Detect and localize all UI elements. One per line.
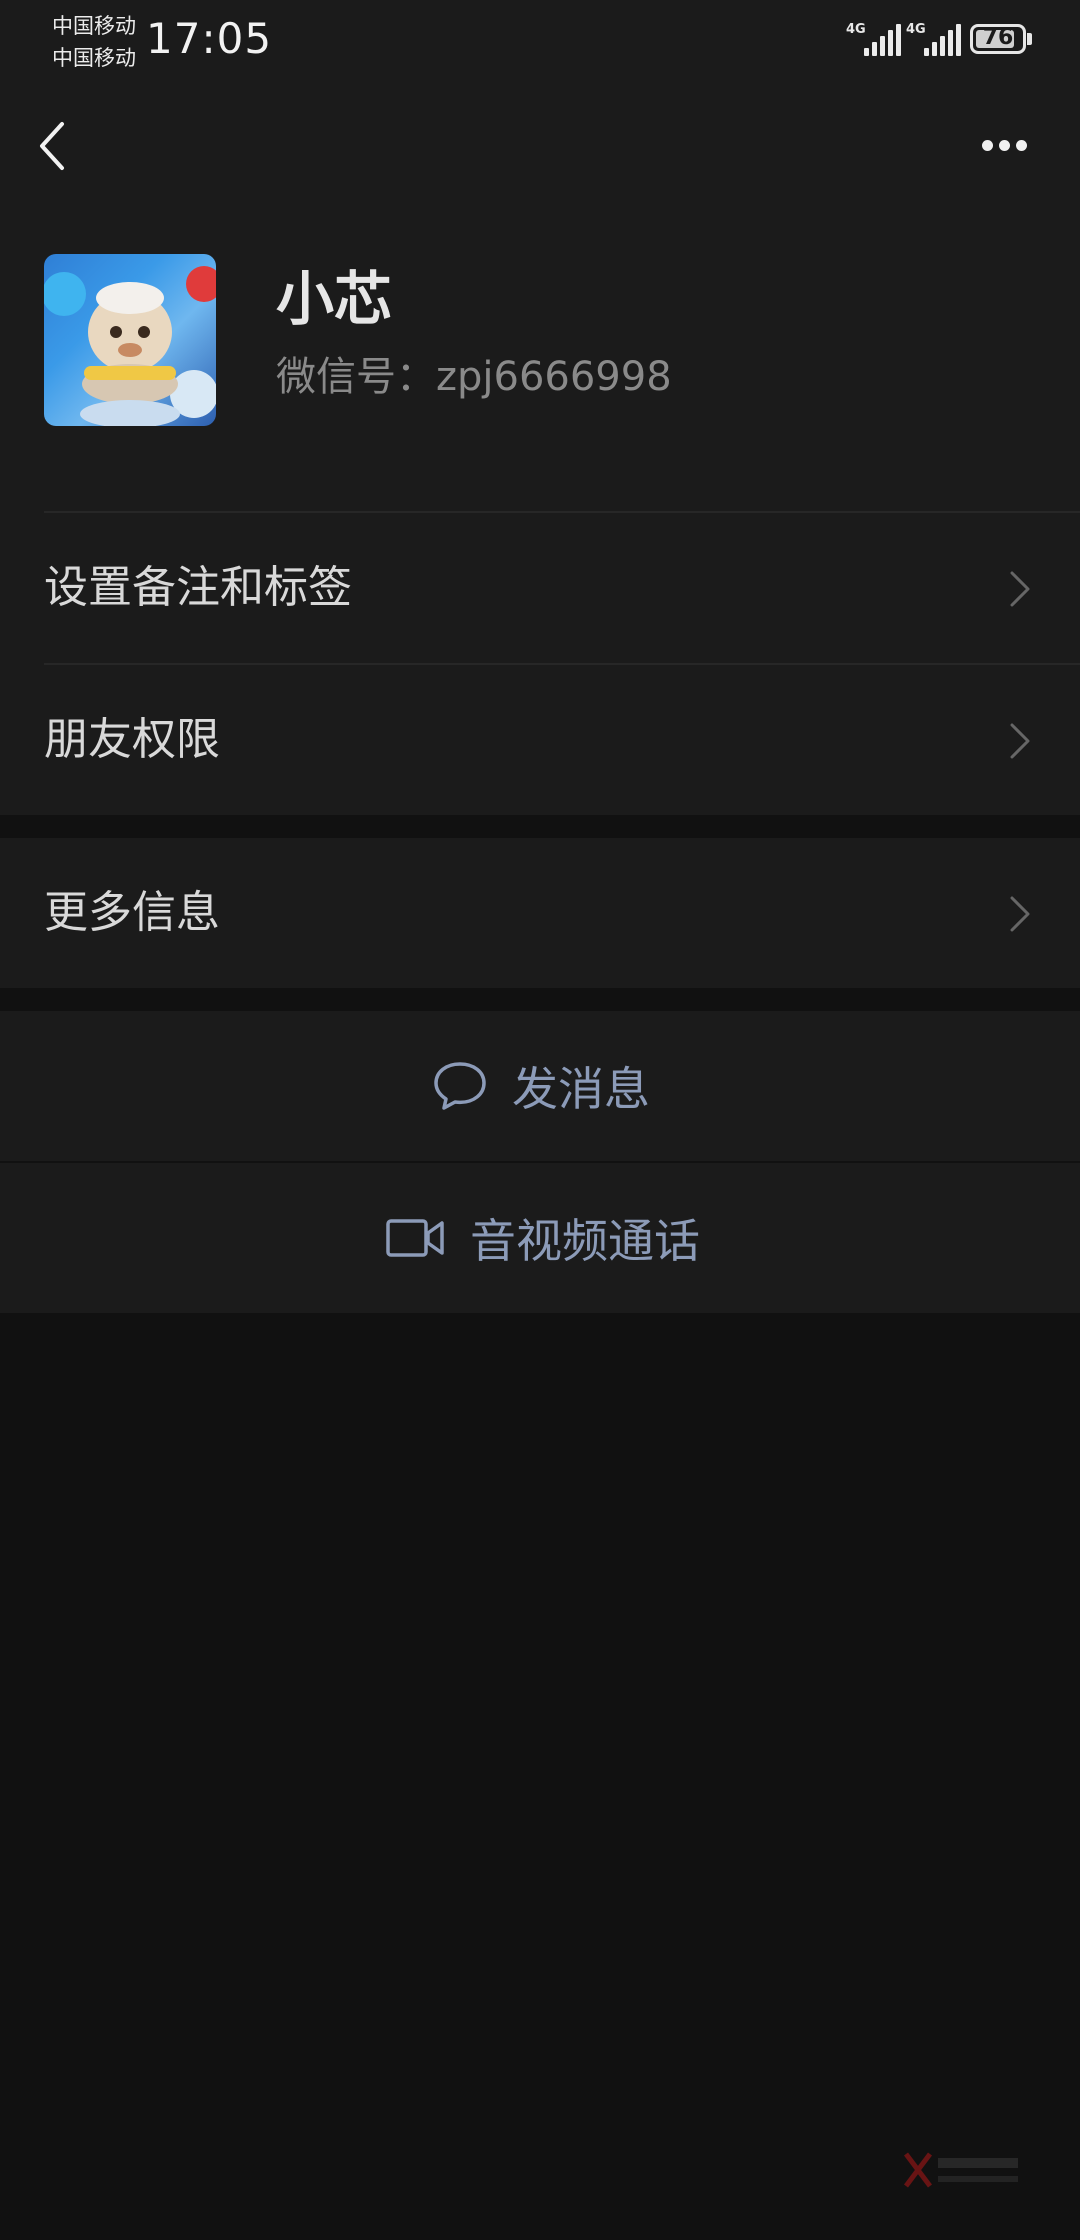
battery-level: 76 [982,25,1014,50]
carrier-1: 中国移动 [52,14,136,38]
menu-item-label: 设置备注和标签 [44,562,352,613]
section-gap [0,988,1080,1011]
chevron-right-icon [1010,896,1030,932]
clock: 17:05 [146,14,273,63]
video-camera-icon [386,1219,444,1257]
menu-item-remarks-tags[interactable]: 设置备注和标签 [0,513,1080,663]
send-message-button[interactable]: 发消息 [0,1011,1080,1161]
network-type-1: 4G [846,22,866,37]
send-message-label: 发消息 [512,1062,650,1116]
chat-bubble-icon [434,1062,486,1110]
carrier-2: 中国移动 [52,46,136,70]
battery-icon: 76 [970,24,1032,54]
carrier-labels: 中国移动 中国移动 [52,10,144,74]
menu-item-label: 朋友权限 [44,714,220,765]
voice-video-call-label: 音视频通话 [470,1214,700,1268]
section-gap [0,815,1080,838]
more-button[interactable] [978,128,1032,162]
avatar[interactable] [44,254,216,426]
menu-item-more-info[interactable]: 更多信息 [0,838,1080,988]
wechat-id: 微信号：zpj6666998 [276,354,672,400]
network-type-2: 4G [906,22,926,37]
chevron-right-icon [1010,723,1030,759]
watermark-logo [904,2150,1024,2194]
back-button[interactable] [36,118,76,174]
chevron-right-icon [1010,571,1030,607]
avatar-image [44,266,216,426]
voice-video-call-button[interactable]: 音视频通话 [0,1163,1080,1313]
menu-item-label: 更多信息 [44,887,220,938]
menu-item-friend-permissions[interactable]: 朋友权限 [0,665,1080,815]
chevron-left-icon [40,122,64,170]
contact-name: 小芯 [276,265,393,333]
